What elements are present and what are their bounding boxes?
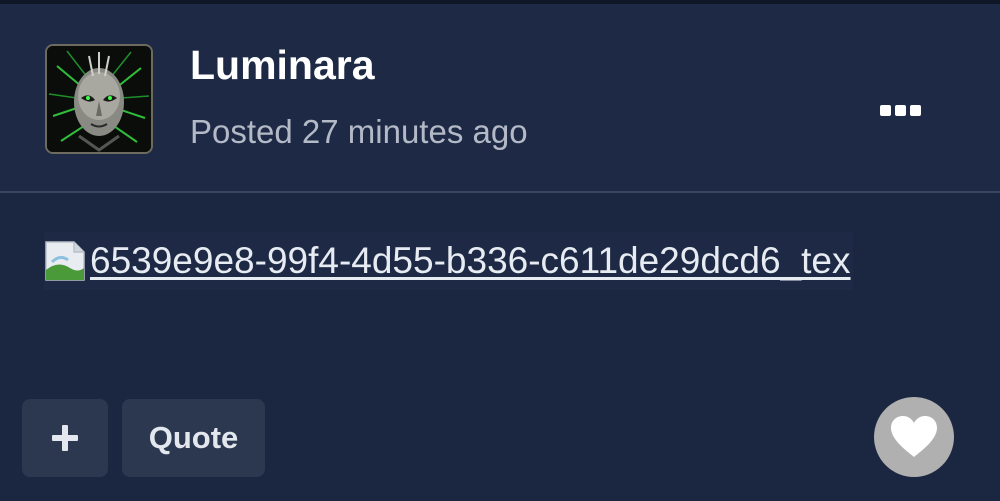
broken-image-icon [44,240,88,282]
avatar[interactable] [45,44,153,154]
heart-icon [891,416,937,457]
like-button[interactable] [874,397,954,477]
author-name[interactable]: Luminara [190,40,375,90]
plus-icon [52,425,78,451]
attachment[interactable]: 6539e9e8-99f4-4d55-b336-c611de29dcd6_tex [44,232,853,290]
quote-button-label: Quote [148,420,239,455]
header-divider [0,191,1000,193]
ellipsis-icon [879,104,891,116]
attachment-link[interactable]: 6539e9e8-99f4-4d55-b336-c611de29dcd6_tex [90,236,851,286]
quote-button[interactable]: Quote [122,399,265,477]
add-button[interactable] [22,399,108,477]
more-options-button[interactable] [868,92,932,128]
post-timestamp: Posted 27 minutes ago [190,113,528,150]
ellipsis-icon [909,104,921,116]
avatar-image [47,46,151,152]
ellipsis-icon [894,104,906,116]
